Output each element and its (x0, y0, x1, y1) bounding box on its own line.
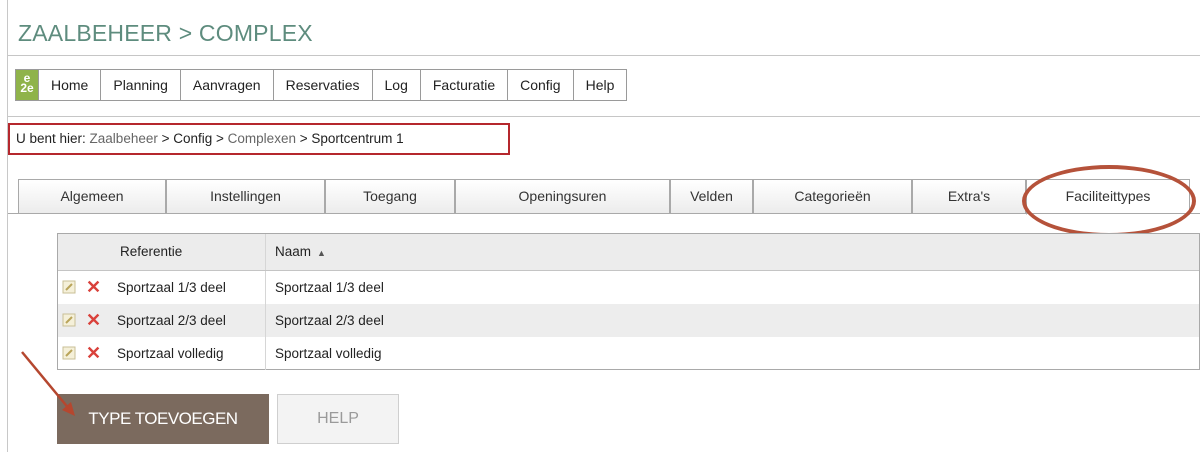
cell-naam: Sportzaal 1/3 deel (275, 280, 384, 295)
breadcrumb-complexen[interactable]: Complexen (228, 131, 296, 146)
help-button[interactable]: HELP (277, 394, 399, 444)
cell-referentie: Sportzaal 1/3 deel (116, 271, 266, 304)
cell-naam: Sportzaal volledig (275, 346, 382, 361)
tab-panel-border (8, 213, 1200, 214)
sort-ascending-icon: ▲ (317, 248, 326, 258)
main-navbar: e 2e Home Planning Aanvragen Reservaties… (15, 69, 628, 101)
nav-aanvragen[interactable]: Aanvragen (181, 70, 274, 100)
breadcrumb-separator: > (157, 131, 174, 146)
cell-naam: Sportzaal 2/3 deel (275, 313, 384, 328)
nav-config[interactable]: Config (508, 70, 574, 100)
breadcrumb-zaalbeheer[interactable]: Zaalbeheer (90, 131, 158, 146)
nav-divider (8, 116, 1200, 117)
page-title: ZAALBEHEER > COMPLEX (18, 20, 313, 46)
logo-line2: 2e (20, 81, 34, 95)
tab-extras[interactable]: Extra's (912, 179, 1026, 214)
cell-referentie: Sportzaal volledig (116, 337, 266, 370)
nav-reservaties[interactable]: Reservaties (274, 70, 373, 100)
add-type-button[interactable]: TYPE TOEVOEGEN (57, 394, 269, 444)
nav-facturatie[interactable]: Facturatie (421, 70, 509, 100)
cell-referentie: Sportzaal 2/3 deel (116, 304, 266, 337)
row-actions: ✕ (58, 304, 116, 337)
edit-icon[interactable] (62, 346, 76, 360)
table-header: Referentie Naam ▲ (58, 234, 1199, 271)
tab-velden[interactable]: Velden (670, 179, 753, 214)
table-row: ✕ Sportzaal volledig Sportzaal volledig (58, 337, 1199, 370)
edit-icon[interactable] (62, 313, 76, 327)
nav-log[interactable]: Log (373, 70, 421, 100)
title-divider (8, 55, 1200, 56)
breadcrumb-prefix: U bent hier: (16, 131, 90, 146)
nav-help[interactable]: Help (574, 70, 627, 100)
breadcrumb-separator: > (212, 131, 228, 146)
page-frame (7, 0, 1200, 452)
row-actions: ✕ (58, 271, 116, 304)
tab-openingsuren[interactable]: Openingsuren (455, 179, 670, 214)
column-header-naam[interactable]: Naam ▲ (266, 234, 1199, 270)
nav-home[interactable]: Home (39, 70, 102, 100)
header-ref-label: Referentie (120, 244, 183, 259)
table-row: ✕ Sportzaal 2/3 deel Sportzaal 2/3 deel (58, 304, 1199, 337)
delete-icon[interactable]: ✕ (86, 278, 101, 296)
tab-toegang[interactable]: Toegang (325, 179, 455, 214)
facility-types-table: Referentie Naam ▲ ✕ Sportzaal 1/3 deel Sp… (57, 233, 1200, 370)
breadcrumb: U bent hier: Zaalbeheer > Config > Compl… (8, 123, 510, 155)
tab-faciliteittypes[interactable]: Faciliteittypes (1026, 179, 1190, 215)
breadcrumb-separator: > (295, 131, 312, 146)
tab-categorieen[interactable]: Categorieën (753, 179, 912, 214)
tab-instellingen[interactable]: Instellingen (166, 179, 325, 214)
column-header-referentie[interactable]: Referentie (116, 234, 266, 270)
nav-planning[interactable]: Planning (101, 70, 181, 100)
e2e-logo[interactable]: e 2e (16, 70, 39, 100)
row-actions: ✕ (58, 337, 116, 370)
table-row: ✕ Sportzaal 1/3 deel Sportzaal 1/3 deel (58, 271, 1199, 304)
breadcrumb-current: Sportcentrum 1 (311, 131, 404, 146)
breadcrumb-config[interactable]: Config (173, 131, 212, 146)
edit-icon[interactable] (62, 280, 76, 294)
tab-algemeen[interactable]: Algemeen (18, 179, 166, 214)
delete-icon[interactable]: ✕ (86, 344, 101, 362)
delete-icon[interactable]: ✕ (86, 311, 101, 329)
header-naam-label: Naam (275, 244, 312, 259)
header-actions (58, 234, 116, 270)
